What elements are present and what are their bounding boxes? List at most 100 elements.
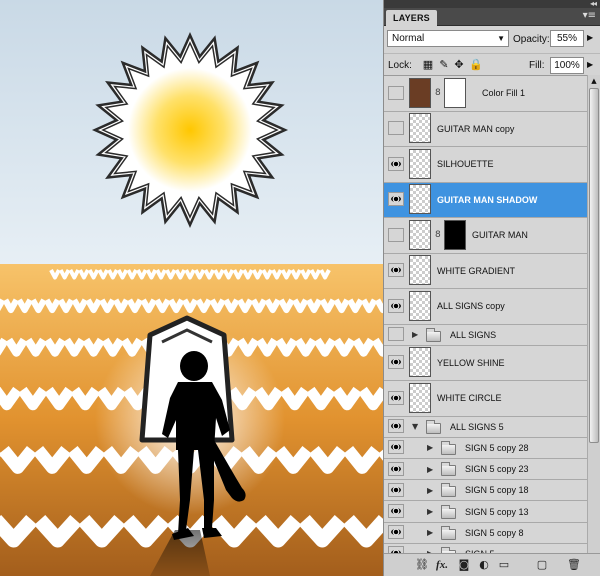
layer-row[interactable]: GUITAR MAN SHADOW [384,182,587,218]
fill-slider-arrow-icon[interactable]: ▶ [587,60,593,69]
lock-position-icon[interactable]: ✥ [453,59,465,71]
expand-triangle-right-icon[interactable]: ▶ [412,330,418,339]
visibility-eye-icon[interactable] [388,85,404,100]
layer-thumbnail[interactable] [409,184,431,215]
visibility-eye-icon[interactable] [388,390,404,405]
panel-tab-bar: LAYERS ▾≡ [384,8,600,26]
folder-icon [426,327,441,342]
layer-row[interactable]: GUITAR MAN copy [384,111,587,147]
mask-link-icon[interactable]: 8 [435,88,441,98]
fill-label: Fill: [529,60,545,71]
layer-row[interactable]: YELLOW SHINE [384,345,587,382]
visibility-eye-icon[interactable] [388,121,404,136]
layer-group-row[interactable]: ▶ SIGN 5 copy 8 [384,522,587,544]
layer-thumbnail[interactable] [409,113,431,144]
visibility-eye-icon[interactable] [388,355,404,370]
layer-name[interactable]: SIGN 5 copy 23 [465,464,529,474]
layer-name[interactable]: SILHOUETTE [437,159,494,169]
visibility-eye-icon[interactable] [388,263,404,278]
lock-fill-row: Lock: ▦ ✎ ✥ 🔒 Fill: 100% ▶ [384,53,600,75]
layer-name[interactable]: WHITE GRADIENT [437,266,515,276]
layer-thumbnail[interactable] [409,382,431,413]
layer-name[interactable]: SIGN 5 copy 28 [465,443,529,453]
layer-name[interactable]: ALL SIGNS [450,330,496,340]
visibility-eye-icon[interactable] [388,440,404,455]
layer-group-row[interactable]: ▶SIGN 5 [384,543,587,553]
visibility-eye-icon[interactable] [388,327,404,342]
visibility-eye-icon[interactable] [388,192,404,207]
layer-thumbnail[interactable] [409,77,431,108]
expand-triangle-right-icon[interactable]: ▶ [427,465,433,474]
layer-group-row[interactable]: ▶ SIGN 5 copy 18 [384,480,587,502]
layer-mask-thumbnail[interactable] [444,219,466,250]
layers-footer: ⛓ fx. ◙ ◐ ▭ ▢ 🗑 [384,553,600,576]
expand-triangle-right-icon[interactable]: ▶ [427,486,433,495]
layers-panel: ◂◂ LAYERS ▾≡ Normal ▼ Opacity: 55% ▶ Loc… [383,0,600,576]
visibility-eye-icon[interactable] [388,461,404,476]
opacity-slider-arrow-icon[interactable]: ▶ [587,33,593,42]
expand-triangle-right-icon[interactable]: ▶ [427,507,433,516]
visibility-eye-icon[interactable] [388,298,404,313]
visibility-eye-icon[interactable] [388,525,404,540]
panel-menu-icon[interactable]: ▾≡ [583,10,596,21]
visibility-eye-icon[interactable] [388,504,404,519]
layer-name[interactable]: ALL SIGNS copy [437,301,505,311]
layer-thumbnail[interactable] [409,148,431,179]
visibility-eye-icon[interactable] [388,419,404,434]
fill-input[interactable]: 100% [550,57,584,74]
layer-name[interactable]: GUITAR MAN SHADOW [437,195,537,205]
lock-all-icon[interactable]: 🔒 [469,59,483,71]
tab-layers[interactable]: LAYERS [386,10,437,26]
layer-group-row[interactable]: ▼ ALL SIGNS 5 [384,416,587,438]
layer-row[interactable]: 8 Color Fill 1 [384,76,587,112]
layer-group-row[interactable]: ▶ ALL SIGNS [384,324,587,346]
visibility-eye-icon[interactable] [388,156,404,171]
layer-row[interactable]: 8 GUITAR MAN [384,218,587,254]
layer-name[interactable]: ALL SIGNS 5 [450,422,504,432]
layer-group-row[interactable]: ▶ SIGN 5 copy 28 [384,437,587,460]
layer-name[interactable]: Color Fill 1 [482,88,525,98]
link-layers-icon[interactable]: ⛓ [414,558,430,572]
layer-thumbnail[interactable] [409,219,431,250]
lock-transparent-icon[interactable]: ▦ [422,59,434,71]
collapse-panel-icon[interactable]: ◂◂ [590,0,597,8]
scroll-up-icon[interactable]: ▲ [588,75,600,87]
layer-name[interactable]: SIGN 5 copy 18 [465,485,529,495]
visibility-eye-icon[interactable] [388,227,404,242]
blend-mode-select[interactable]: Normal ▼ [387,30,509,47]
layer-name[interactable]: SIGN 5 copy 8 [465,528,524,538]
new-group-icon[interactable]: ▭ [496,558,512,572]
adjustment-layer-icon[interactable]: ◐ [476,558,492,572]
document-canvas[interactable] [0,0,383,576]
trash-icon[interactable]: 🗑 [566,558,582,572]
layer-row[interactable]: ALL SIGNS copy [384,289,587,325]
layer-list-scrollbar[interactable]: ▲ [587,75,600,553]
opacity-input[interactable]: 55% [550,30,584,47]
layer-thumbnail[interactable] [409,290,431,321]
expand-triangle-right-icon[interactable]: ▶ [427,443,433,452]
layer-name[interactable]: GUITAR MAN copy [437,124,514,134]
layer-row[interactable]: SILHOUETTE [384,147,587,183]
expand-triangle-right-icon[interactable]: ▶ [427,528,433,537]
folder-icon [426,419,441,434]
fx-icon[interactable]: fx. [434,558,450,572]
mask-link-icon[interactable]: 8 [435,230,441,240]
layer-name[interactable]: YELLOW SHINE [437,358,505,368]
layer-group-row[interactable]: ▶ SIGN 5 copy 23 [384,459,587,481]
layer-mask-thumbnail[interactable] [444,77,466,108]
folder-icon [441,525,456,540]
layer-name[interactable]: WHITE CIRCLE [437,393,502,403]
layer-group-row[interactable]: ▶ SIGN 5 copy 13 [384,501,587,523]
scrollbar-thumb[interactable] [589,88,599,443]
new-layer-icon[interactable]: ▢ [534,558,550,572]
layer-thumbnail[interactable] [409,347,431,378]
layer-name[interactable]: GUITAR MAN [472,230,528,240]
layer-row[interactable]: WHITE GRADIENT [384,253,587,289]
add-mask-icon[interactable]: ◙ [456,558,472,572]
visibility-eye-icon[interactable] [388,482,404,497]
layer-row[interactable]: WHITE CIRCLE [384,381,587,417]
expand-triangle-down-icon[interactable]: ▼ [412,422,418,431]
layer-name[interactable]: SIGN 5 copy 13 [465,507,529,517]
layer-thumbnail[interactable] [409,255,431,286]
lock-paint-icon[interactable]: ✎ [438,59,450,71]
